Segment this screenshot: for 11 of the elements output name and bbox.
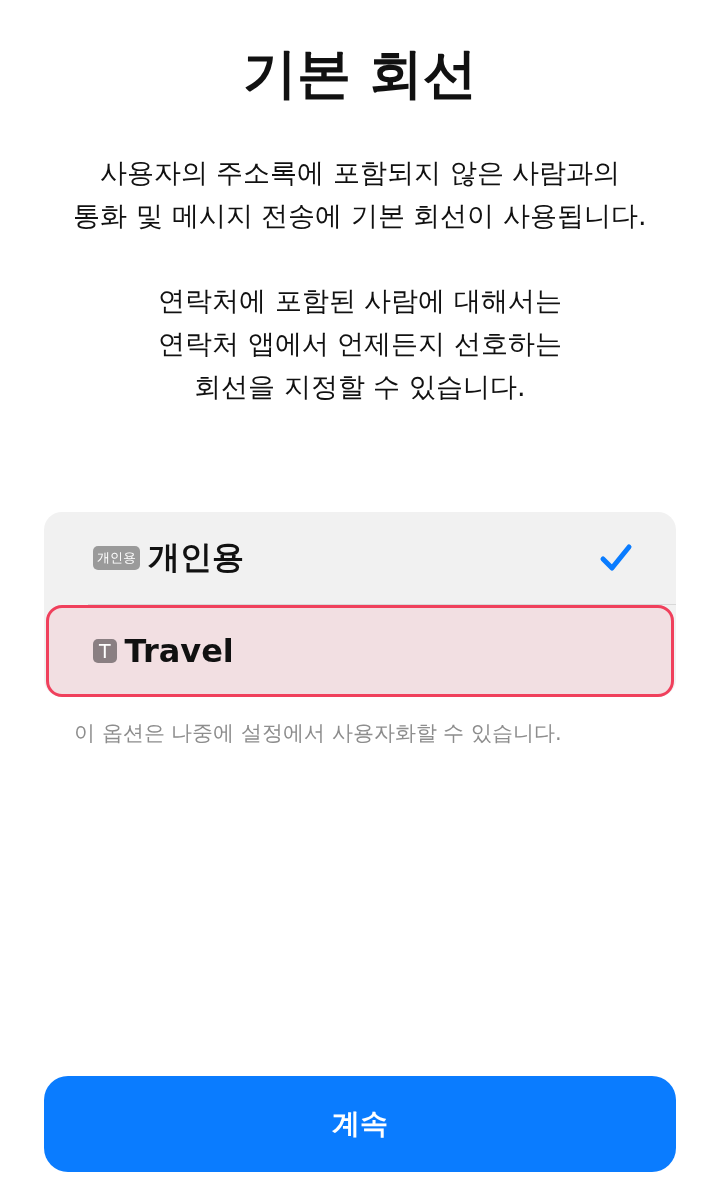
footnote-text: 이 옵션은 나중에 설정에서 사용자화할 수 있습니다. (73, 720, 563, 747)
line-badge: T (93, 639, 117, 663)
line-badge: 개인용 (93, 546, 140, 570)
line-label: Travel (124, 632, 235, 670)
description-text: 연락처에 포함된 사람에 대해서는 연락처 앱에서 언제든지 선호하는 회선을 지정할 수 있습니다. (158, 284, 562, 404)
description-text: 사용자의 주소록에 포함되지 않은 사람과의 통화 및 메시지 전송에 기본 회선이 사용됩니다. (73, 156, 647, 233)
line-option[interactable]: 개인용 개인용 (46, 512, 674, 604)
line-label: 개인용 (148, 537, 245, 578)
continue-button[interactable]: 계속 (44, 1076, 676, 1172)
line-option[interactable]: T Travel (46, 605, 674, 697)
page-title: 기본 회선 (242, 41, 478, 107)
